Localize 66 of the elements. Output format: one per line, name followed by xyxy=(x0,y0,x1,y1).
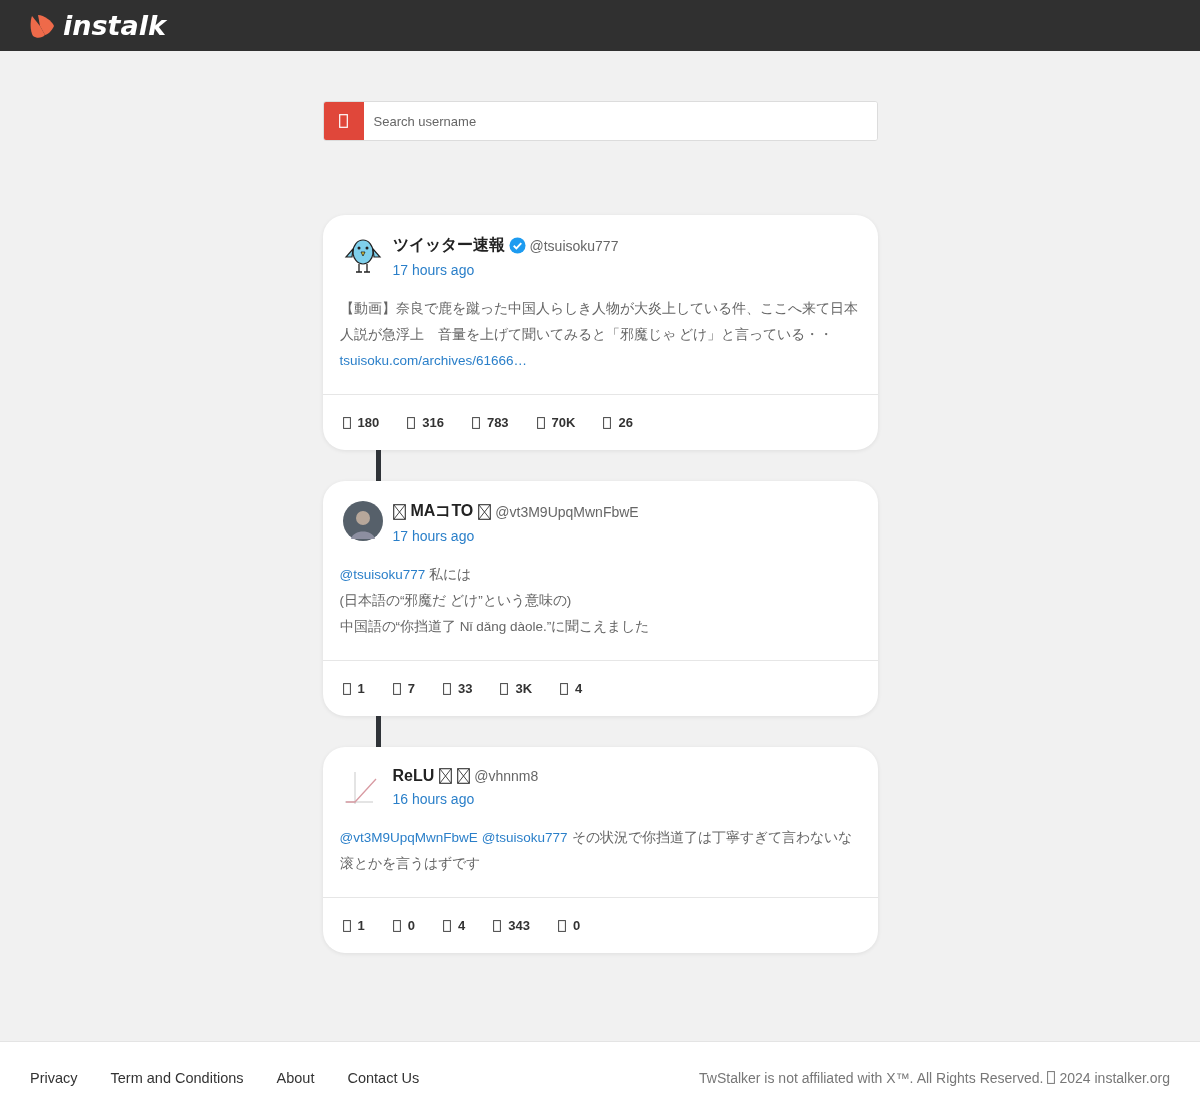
post-text: 【動画】奈良で鹿を蹴った中国人らしき人物が大炎上している件、ここへ来て日本人説が急浮上 音量を上げて聞いてみると「邪魔じゃ どけ」と言っている・・ xyxy=(339,301,858,342)
logo-icon xyxy=(29,12,55,39)
box-icon xyxy=(471,416,480,429)
post-time-link[interactable]: 16 hours ago xyxy=(392,791,539,807)
box-icon xyxy=(1047,1071,1056,1084)
logo-text[interactable]: instalk xyxy=(63,10,166,41)
box-icon xyxy=(442,682,451,695)
footer-link[interactable]: Term and Conditions xyxy=(110,1069,244,1086)
stat-count: 7 xyxy=(407,681,415,696)
stat-count: 33 xyxy=(457,681,473,696)
stat-count: 4 xyxy=(575,681,583,696)
box-icon xyxy=(407,416,416,429)
post-text: 私には xyxy=(429,567,472,582)
post-text: (日本語の“邪魔だ どけ”という意味の) xyxy=(339,593,572,608)
stat-count: 0 xyxy=(572,918,581,933)
box-icon xyxy=(392,682,401,695)
box-icon xyxy=(442,919,451,932)
footer-link[interactable]: Contact Us xyxy=(347,1069,420,1086)
url-link[interactable]: tsuisoku.com/archives/61666… xyxy=(339,353,528,368)
post-time-link[interactable]: 17 hours ago xyxy=(392,528,639,544)
username-handle[interactable]: @vhnnm8 xyxy=(474,768,539,784)
box-icon xyxy=(478,503,492,520)
copyright-text: TwStalker is not affiliated with X™. All Rights Reserved. xyxy=(699,1069,1044,1086)
search-button[interactable] xyxy=(323,102,364,140)
mention-link[interactable]: @tsuisoku777 xyxy=(339,567,426,582)
box-icon xyxy=(457,768,471,784)
stat-count: 316 xyxy=(422,415,444,430)
footer-link[interactable]: About xyxy=(276,1069,315,1086)
stat-count: 180 xyxy=(357,415,380,430)
stat-count: 26 xyxy=(618,415,633,430)
username-handle[interactable]: @vt3M9UpqMwnFbwE xyxy=(495,503,639,520)
stat-count: 783 xyxy=(486,415,509,430)
mention-link[interactable]: @tsuisoku777 xyxy=(481,830,568,845)
box-icon xyxy=(603,416,612,429)
stat-count: 0 xyxy=(407,918,415,933)
stat-count: 1 xyxy=(357,918,365,933)
avatar-circle xyxy=(342,501,383,541)
box-icon xyxy=(536,416,545,429)
display-name[interactable]: ReLU xyxy=(392,767,471,785)
post-text: その状況で你挡道了は丁寧すぎて言わないな xyxy=(571,830,852,845)
post-text: 中国語の“你挡道了 Nǐ dǎng dàole.”に聞こえました xyxy=(339,619,650,634)
stat-count: 343 xyxy=(508,918,530,933)
stat-count: 4 xyxy=(457,918,466,933)
display-name[interactable]: ツイッター速報 xyxy=(392,235,505,256)
box-icon xyxy=(557,919,566,932)
post-time-link[interactable]: 17 hours ago xyxy=(392,262,619,278)
box-icon xyxy=(560,682,569,695)
box-icon xyxy=(439,768,453,784)
box-icon xyxy=(392,503,406,520)
box-icon xyxy=(392,919,401,932)
mention-link[interactable]: @vt3M9UpqMwnFbwE xyxy=(339,830,478,845)
username-handle[interactable]: @tsuisoku777 xyxy=(529,237,619,254)
box-icon xyxy=(342,416,351,429)
post-text: 滚とかを言うはずです xyxy=(339,856,480,871)
footer-link[interactable]: Privacy xyxy=(30,1069,78,1086)
copyright-text: 2024 instalker.org xyxy=(1059,1069,1170,1086)
box-icon xyxy=(493,919,502,932)
stat-count: 1 xyxy=(357,681,365,696)
stat-count: 70K xyxy=(551,415,576,430)
search-field[interactable]: Search username xyxy=(322,101,878,141)
box-icon xyxy=(500,682,509,695)
box-icon xyxy=(339,114,348,128)
box-icon xyxy=(342,682,351,695)
stat-count: 3K xyxy=(515,681,533,696)
display-name[interactable]: MAコTO xyxy=(392,501,492,522)
box-icon xyxy=(342,919,351,932)
